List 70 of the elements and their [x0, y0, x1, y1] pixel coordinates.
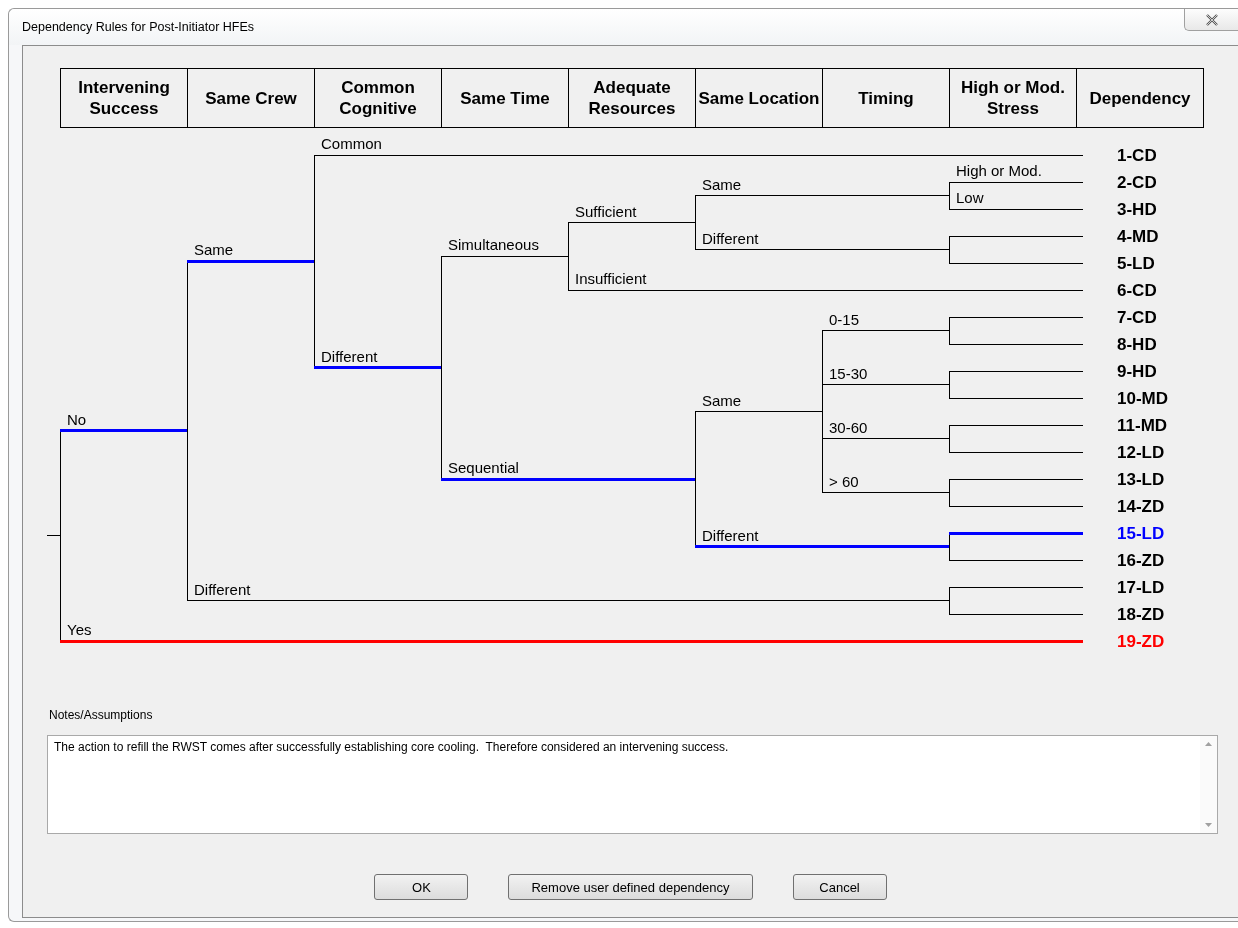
connector-line [949, 317, 950, 344]
outcome-label: 12-LD [1117, 443, 1165, 462]
outcome-label: 2-CD [1117, 173, 1157, 192]
branch-label: Different [321, 347, 378, 365]
outcome-label: 15-LD [1117, 524, 1165, 543]
dialog-button[interactable]: Cancel [792, 874, 887, 900]
notes-label: Notes/Assumptions [49, 708, 154, 722]
column-heading: Common Cognitive [315, 69, 442, 127]
branch-label: Yes [67, 621, 92, 638]
outcome-label: 7-CD [1117, 308, 1157, 327]
connector-line [949, 479, 950, 506]
branch-label: Same [194, 241, 234, 259]
connector-line [949, 587, 950, 614]
outcome-label: 3-HD [1117, 200, 1157, 219]
outcome-label: 8-HD [1117, 335, 1157, 354]
branch-label: Sufficient [575, 202, 637, 220]
column-heading: Same Crew [188, 69, 315, 127]
window-title: Dependency Rules for Post-Initiator HFEs [22, 20, 256, 34]
outcome-label: 4-MD [1117, 227, 1159, 246]
dialog-button[interactable]: Remove user defined dependency [508, 874, 753, 900]
outcome-label: 13-LD [1117, 470, 1165, 489]
connector-line [949, 371, 950, 398]
column-heading: Same Location [696, 69, 823, 127]
close-button[interactable] [1184, 9, 1238, 31]
branch-label: Common [321, 135, 382, 152]
outcome-label: 18-ZD [1117, 605, 1165, 624]
column-heading: Timing [823, 69, 950, 127]
outcome-label: 14-ZD [1117, 497, 1165, 516]
branch-label: Insufficient [575, 270, 647, 287]
branch-label: Simultaneous [448, 236, 539, 254]
column-heading: High or Mod. Stress [950, 69, 1077, 127]
branch-label: Same [702, 391, 742, 409]
outcome-label: 16-ZD [1117, 551, 1165, 570]
connector-line [949, 425, 950, 452]
branch-label: High or Mod. [956, 162, 1042, 179]
branch-label: 0-15 [829, 310, 860, 328]
branch-label: Different [702, 526, 759, 544]
branch-label: 15-30 [829, 364, 868, 382]
outcome-label: 6-CD [1117, 281, 1157, 300]
outcome-label: 19-ZD [1117, 632, 1165, 651]
column-heading: Dependency [1077, 69, 1204, 127]
outcome-label: 10-MD [1117, 389, 1168, 408]
scrollbar[interactable] [1200, 736, 1217, 833]
notes-field[interactable]: The action to refill the RWST comes after successfully establishing core cooling. Therefore considered an intervening success. [47, 735, 1218, 834]
scroll-down-icon [1205, 823, 1212, 827]
connector-line [949, 533, 950, 560]
connector-line [949, 182, 950, 209]
root-line [47, 535, 60, 537]
connector-line [568, 222, 569, 290]
connector-line [949, 236, 950, 263]
close-icon [1204, 13, 1219, 26]
branch-label: Low [956, 189, 984, 206]
dialog-button[interactable]: OK [374, 874, 469, 900]
connector-line [695, 195, 696, 250]
branch-label: > 60 [829, 472, 859, 490]
branch-label: Sequential [448, 459, 519, 476]
column-heading: Adequate Resources [569, 69, 696, 127]
column-heading: Same Time [442, 69, 569, 127]
scroll-up-icon [1205, 742, 1212, 746]
outcome-label: 17-LD [1117, 578, 1165, 597]
branch-label: 30-60 [829, 418, 868, 436]
column-heading: Intervening Success [61, 69, 188, 127]
outcome-label: 9-HD [1117, 362, 1157, 381]
branch-label: Different [194, 580, 251, 598]
branch-label: Same [702, 175, 742, 193]
branch-label: Different [702, 229, 759, 247]
outcome-label: 1-CD [1117, 146, 1157, 165]
outcome-label: 5-LD [1117, 254, 1155, 273]
branch-label: No [67, 410, 87, 428]
outcome-label: 11-MD [1117, 416, 1168, 435]
